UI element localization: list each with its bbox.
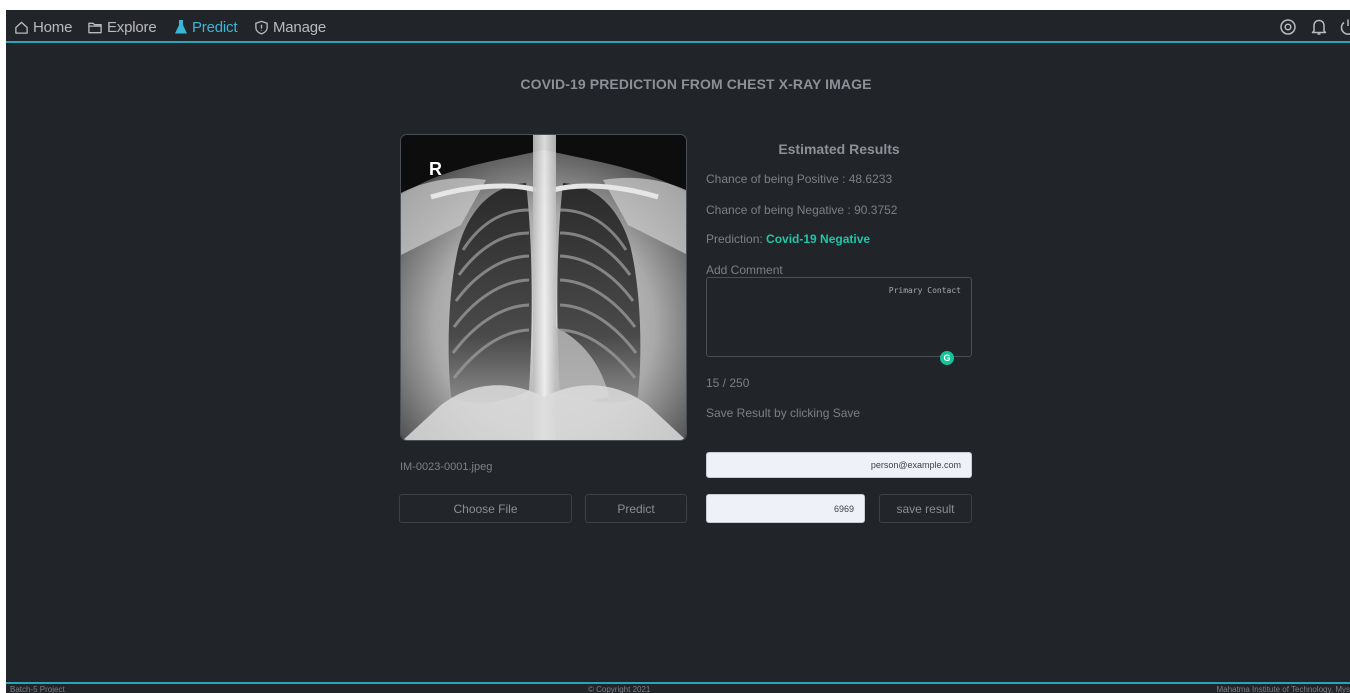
negative-chance: Chance of being Negative : 90.3752 xyxy=(706,203,898,217)
nav-item-manage[interactable]: Manage xyxy=(254,17,326,37)
power-icon[interactable] xyxy=(1338,17,1350,37)
footer-copyright: © Copyright 2021 xyxy=(588,685,651,693)
nav-label-predict: Predict xyxy=(192,18,238,36)
prediction-row: Prediction: Covid-19 Negative xyxy=(706,232,870,246)
nav-label-home: Home xyxy=(33,18,73,36)
shield-icon xyxy=(255,20,268,35)
xray-marker: R xyxy=(429,159,442,179)
nav-label-manage: Manage xyxy=(273,18,327,36)
grammar-check-icon[interactable]: G xyxy=(940,351,954,365)
folder-icon xyxy=(88,22,102,33)
save-result-button[interactable]: save result xyxy=(879,494,972,523)
footer: Batch-5 Project © Copyright 2021 Mahatma… xyxy=(6,682,1350,693)
nav-item-predict[interactable]: Predict xyxy=(174,17,237,37)
prediction-value: Covid-19 Negative xyxy=(766,232,871,246)
flask-icon xyxy=(175,20,187,34)
results-title: Estimated Results xyxy=(778,141,900,157)
comment-char-count: 15 / 250 xyxy=(706,376,750,390)
choose-file-button[interactable]: Choose File xyxy=(399,494,572,523)
footer-left-text: Batch-5 Project xyxy=(10,685,65,693)
predict-button[interactable]: Predict xyxy=(585,494,687,523)
nav-item-home[interactable]: Home xyxy=(14,17,72,37)
settings-icon[interactable] xyxy=(1278,17,1298,37)
email-input[interactable] xyxy=(706,452,972,478)
positive-chance: Chance of being Positive : 48.6233 xyxy=(706,172,893,186)
patient-id-input[interactable] xyxy=(706,494,865,523)
save-hint-text: Save Result by clicking Save xyxy=(706,406,861,420)
page-title: COVID-19 PREDICTION FROM CHEST X-RAY IMA… xyxy=(520,76,872,92)
comment-textarea[interactable]: Primary Contact xyxy=(706,277,972,357)
app-window: Home Explore Predict Manage COVID-19 PRE… xyxy=(6,10,1350,693)
bell-icon[interactable] xyxy=(1309,17,1329,37)
nav-item-explore[interactable]: Explore xyxy=(87,17,157,37)
comment-label: Add Comment xyxy=(706,263,783,277)
selected-file-name: IM-0023-0001.jpeg xyxy=(400,461,493,473)
footer-right-text: Mahatma Institute of Technology, Mys xyxy=(1216,685,1350,693)
xray-image: R xyxy=(400,134,687,441)
home-icon xyxy=(15,21,28,34)
top-navigation: Home Explore Predict Manage xyxy=(6,10,1350,43)
chest-xray-picture: R xyxy=(401,135,686,440)
prediction-label: Prediction: xyxy=(706,232,763,246)
nav-label-explore: Explore xyxy=(107,18,157,36)
